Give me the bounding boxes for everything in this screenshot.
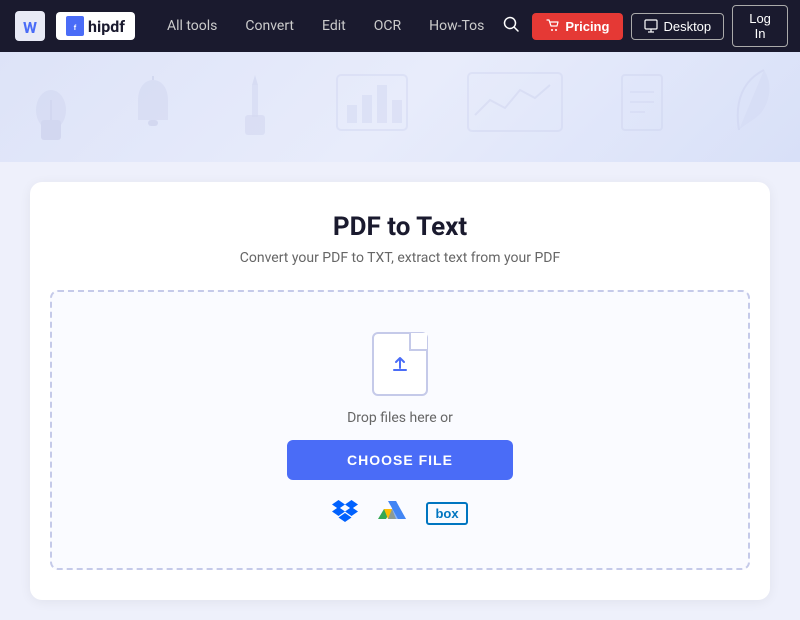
nav-all-tools[interactable]: All tools — [153, 0, 231, 52]
upload-card: PDF to Text Convert your PDF to TXT, ext… — [30, 182, 770, 600]
hipdf-pdf-icon: f — [66, 16, 84, 36]
desktop-icon — [644, 19, 658, 33]
linechart-svg — [465, 70, 565, 140]
page-title: PDF to Text — [50, 212, 750, 242]
nav-links: All tools Convert Edit OCR How-Tos — [153, 0, 498, 52]
dropbox-icon[interactable] — [332, 498, 358, 528]
banner-bell-icon — [128, 70, 178, 144]
wondershare-logo: W — [12, 8, 48, 44]
dropbox-svg — [332, 498, 358, 522]
google-drive-icon[interactable] — [378, 499, 406, 527]
cloud-icons: box — [332, 498, 467, 528]
svg-text:W: W — [23, 18, 37, 37]
hipdf-logo[interactable]: f hipdf — [56, 12, 135, 40]
document-svg — [617, 70, 672, 140]
upload-icon — [372, 332, 428, 396]
gdrive-svg — [378, 499, 406, 523]
nav-how-tos[interactable]: How-Tos — [415, 0, 498, 52]
drop-zone[interactable]: Drop files here or CHOOSE FILE — [50, 290, 750, 570]
pricing-button[interactable]: Pricing — [532, 13, 623, 40]
banner-pencil-icon — [230, 65, 280, 149]
pricing-label: Pricing — [565, 19, 609, 34]
search-icon[interactable] — [498, 11, 524, 42]
banner-plant-icon — [26, 65, 76, 149]
chart-svg — [332, 70, 412, 140]
nav-right: Pricing Desktop Log In — [498, 5, 788, 47]
pencil-svg — [230, 65, 280, 145]
wondershare-icon: W — [15, 11, 45, 41]
cart-icon — [546, 19, 560, 33]
search-svg — [502, 15, 520, 33]
nav-ocr[interactable]: OCR — [360, 0, 415, 52]
banner-icons — [0, 52, 800, 162]
bell-svg — [128, 70, 178, 140]
banner-linechart-icon — [465, 70, 565, 144]
plant-svg — [26, 65, 76, 145]
banner-document-icon — [617, 70, 672, 144]
page-subtitle: Convert your PDF to TXT, extract text fr… — [50, 250, 750, 266]
navbar: W f hipdf All tools Convert Edit OCR How… — [0, 0, 800, 52]
banner-quill-icon — [724, 65, 774, 149]
hipdf-brand-text: hipdf — [88, 17, 125, 36]
banner-chart-icon — [332, 70, 412, 144]
choose-file-button[interactable]: CHOOSE FILE — [287, 440, 513, 480]
quill-svg — [724, 65, 774, 145]
pdf-icon-svg: f — [69, 19, 81, 33]
desktop-button[interactable]: Desktop — [631, 13, 724, 40]
hero-banner — [0, 52, 800, 162]
nav-convert[interactable]: Convert — [231, 0, 308, 52]
desktop-label: Desktop — [663, 19, 711, 34]
main-content: PDF to Text Convert your PDF to TXT, ext… — [0, 162, 800, 620]
logo-area: W f hipdf — [12, 8, 135, 44]
upload-svg — [386, 350, 414, 378]
box-icon[interactable]: box — [426, 502, 467, 525]
nav-edit[interactable]: Edit — [308, 0, 360, 52]
login-button[interactable]: Log In — [732, 5, 788, 47]
drop-text: Drop files here or — [347, 410, 453, 426]
